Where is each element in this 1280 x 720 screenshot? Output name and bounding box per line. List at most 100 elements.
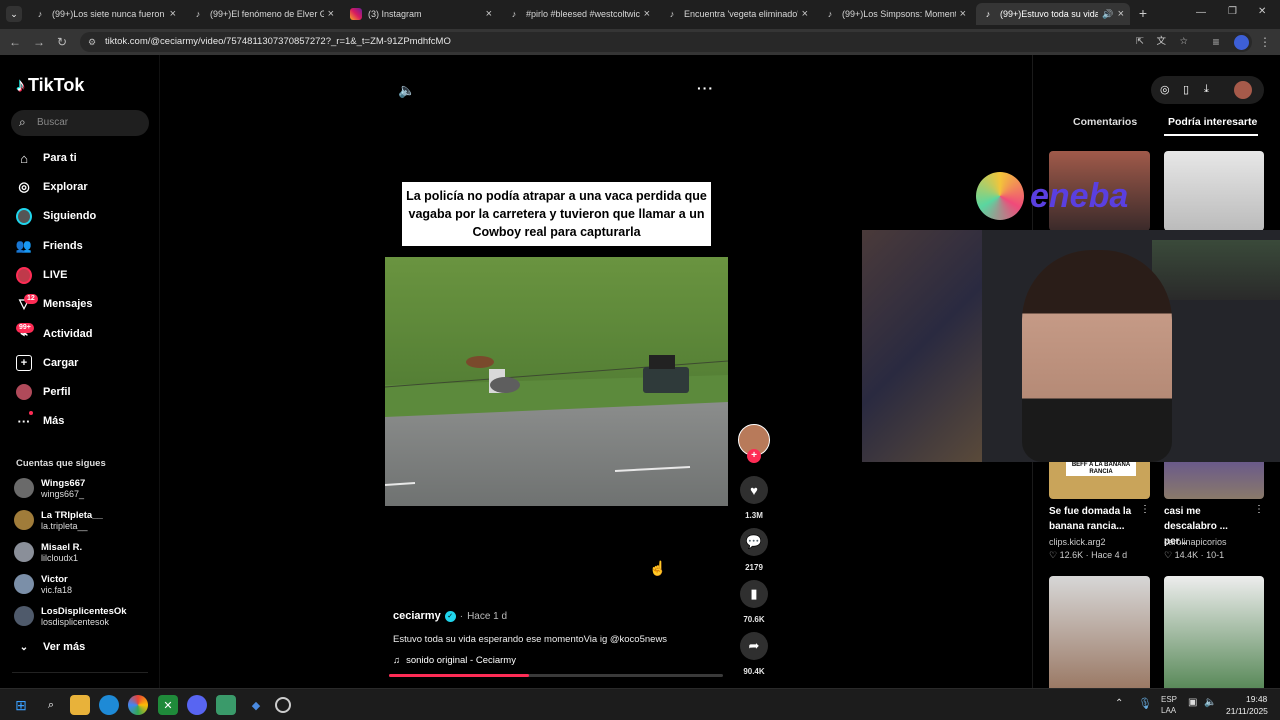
chrome-icon[interactable] <box>128 695 148 715</box>
nav-item-friends[interactable]: 👥 Friends <box>16 235 83 257</box>
like-button[interactable]: ♥ <box>740 476 768 504</box>
app-icon[interactable]: ◆ <box>246 695 266 715</box>
close-window-button[interactable]: ✕ <box>1258 6 1266 17</box>
following-item[interactable]: LosDisplicentesOk losdisplicentesok <box>14 602 127 630</box>
browser-tab[interactable]: ♪ Encuentra 'vegeta eliminado' e... × <box>660 3 814 25</box>
clock-time[interactable]: 19:48 <box>1246 694 1267 704</box>
minimize-button[interactable]: — <box>1196 7 1206 18</box>
card-title[interactable]: Se fue domada la banana rancia... <box>1049 504 1137 534</box>
nav-item-mas[interactable]: ··· Más <box>16 410 65 432</box>
windows-start-icon[interactable]: ⊞ <box>11 695 31 715</box>
card-options-icon[interactable]: ⋮ <box>1254 504 1264 515</box>
separator: · <box>1200 550 1204 560</box>
browser-tab[interactable]: ♪ (99+)Los Simpsons: Momentos... × <box>818 3 972 25</box>
following-item[interactable]: La TRIpleta__ la.tripleta__ <box>14 506 103 534</box>
close-tab-icon[interactable]: × <box>960 8 966 20</box>
video-options-icon[interactable]: ··· <box>697 80 714 96</box>
recommended-thumbnail[interactable]: BEFF A LA BANANA RANCIA <box>1049 462 1150 499</box>
bookmark-star-icon[interactable]: ☆ <box>1179 32 1188 52</box>
browser-tab[interactable]: ♪ #pirlo #bleesed #westcoltwich... × <box>502 3 656 25</box>
author-name[interactable]: ceciarmy <box>393 610 441 622</box>
browser-tab[interactable]: ♪ (99+)Los siete nunca fueron cr... × <box>28 3 182 25</box>
video-caption-text: La policía no podía atrapar a una vaca p… <box>406 189 707 239</box>
card-author[interactable]: carolinapicorios <box>1164 537 1227 547</box>
reload-icon[interactable]: ↻ <box>53 33 71 51</box>
language-indicator[interactable]: ESP <box>1161 695 1177 704</box>
tab-search-button[interactable]: ⌄ <box>6 6 22 22</box>
follow-plus-icon[interactable]: + <box>747 449 761 463</box>
tab-podria-interesarte[interactable]: Podría interesarte <box>1168 116 1257 128</box>
xbox-icon[interactable]: ✕ <box>158 695 178 715</box>
nav-item-cargar[interactable]: + Cargar <box>16 352 78 374</box>
chevron-up-icon[interactable]: ⌃ <box>1115 698 1123 709</box>
recommended-thumbnail[interactable] <box>1049 576 1150 688</box>
account-name: LosDisplicentesOk <box>41 605 127 617</box>
tab-title: (3) Instagram <box>368 9 422 19</box>
tab-title: (99+)Estuvo toda su vida e... <box>1000 9 1099 19</box>
profile-avatar-icon[interactable] <box>1234 35 1249 50</box>
user-avatar[interactable] <box>1234 81 1252 99</box>
new-tab-button[interactable]: + <box>1136 5 1150 21</box>
discord-icon[interactable] <box>187 695 207 715</box>
close-tab-icon[interactable]: × <box>486 8 492 20</box>
file-explorer-icon[interactable] <box>70 695 90 715</box>
media-controls-icon[interactable]: ≡ <box>1207 33 1225 51</box>
browser-tab[interactable]: ♪ (99+)El fenómeno de Elver Gala... × <box>186 3 340 25</box>
microphone-icon[interactable]: 🎙 <box>1138 697 1152 710</box>
video-description: Estuvo toda su vida esperando ese moment… <box>393 634 668 645</box>
mute-tab-icon[interactable]: 🔊 <box>1102 9 1113 20</box>
close-tab-icon[interactable]: × <box>170 8 176 20</box>
back-arrow-icon[interactable]: ← <box>6 33 24 51</box>
card-options-icon[interactable]: ⋮ <box>1140 504 1150 515</box>
site-info-icon[interactable]: ⚙ <box>88 32 96 52</box>
search-icon[interactable]: ⌕ <box>41 695 61 715</box>
edge-icon[interactable] <box>99 695 119 715</box>
nav-item-perfil[interactable]: Perfil <box>16 381 71 403</box>
brand-overlay-text: eneba <box>1030 176 1129 215</box>
browser-tab-active[interactable]: ♪ (99+)Estuvo toda su vida e... 🔊 × <box>976 3 1130 25</box>
translate-icon[interactable]: 文 <box>1156 32 1166 52</box>
share-button[interactable]: ➦ <box>740 632 768 660</box>
compass-icon[interactable]: ◎ <box>1160 83 1170 96</box>
close-tab-icon[interactable]: × <box>802 8 808 20</box>
see-more-button[interactable]: ⌄ Ver más <box>16 636 85 658</box>
nav-item-explorar[interactable]: ◎ Explorar <box>16 176 87 198</box>
download-icon[interactable]: ⤓ <box>1204 83 1209 96</box>
save-button[interactable]: ▮ <box>740 580 768 608</box>
recommended-thumbnail[interactable] <box>1164 462 1264 499</box>
device-icon[interactable]: ▯ <box>1183 83 1189 96</box>
url-input[interactable]: ⚙ tiktok.com/@ceciarmy/video/75748113073… <box>80 32 1252 52</box>
card-author[interactable]: clips.kick.arg2 <box>1049 537 1106 547</box>
maximize-button[interactable]: ❐ <box>1228 6 1237 17</box>
volume-icon[interactable]: 🔈 <box>1204 697 1216 708</box>
nav-item-para-ti[interactable]: ⌂ Para ti <box>16 147 77 169</box>
browser-menu-icon[interactable]: ⋮ <box>1256 33 1274 51</box>
following-item[interactable]: Victor vic.fa18 <box>14 570 72 598</box>
app-icon[interactable] <box>275 697 291 713</box>
app-icon[interactable] <box>216 695 236 715</box>
install-app-icon[interactable]: ⇱ <box>1136 32 1144 52</box>
video-player[interactable]: La policía no podía atrapar a una vaca p… <box>385 176 728 506</box>
search-input[interactable]: ⌕ Buscar <box>11 110 149 136</box>
close-tab-icon[interactable]: × <box>644 8 650 20</box>
forward-arrow-icon[interactable]: → <box>30 33 48 51</box>
recommended-thumbnail[interactable] <box>1164 151 1264 231</box>
search-icon: ⌕ <box>19 115 26 129</box>
recommended-thumbnail[interactable] <box>1164 576 1264 688</box>
close-tab-icon[interactable]: × <box>328 8 334 20</box>
sound-row[interactable]: ♫ sonido original - Ceciarmy <box>393 655 516 666</box>
volume-icon[interactable]: 🔈 <box>398 82 415 99</box>
nav-item-siguiendo[interactable]: Siguiendo <box>16 205 96 227</box>
tiktok-logo[interactable]: ♪ TikTok <box>16 75 84 96</box>
close-tab-icon[interactable]: × <box>1118 8 1124 20</box>
clock-date[interactable]: 21/11/2025 <box>1226 706 1268 716</box>
nav-item-live[interactable]: LIVE <box>16 264 67 286</box>
following-item[interactable]: Misael R. lilcloudx1 <box>14 538 82 566</box>
tab-comentarios[interactable]: Comentarios <box>1073 116 1137 128</box>
comment-button[interactable]: 💬 <box>740 528 768 556</box>
compass-icon: ◎ <box>18 179 30 194</box>
following-item[interactable]: Wings667 wings667_ <box>14 474 85 502</box>
browser-tab[interactable]: (3) Instagram × <box>344 3 498 25</box>
video-progress-bar[interactable] <box>389 674 723 677</box>
network-icon[interactable]: ▣ <box>1188 697 1197 708</box>
